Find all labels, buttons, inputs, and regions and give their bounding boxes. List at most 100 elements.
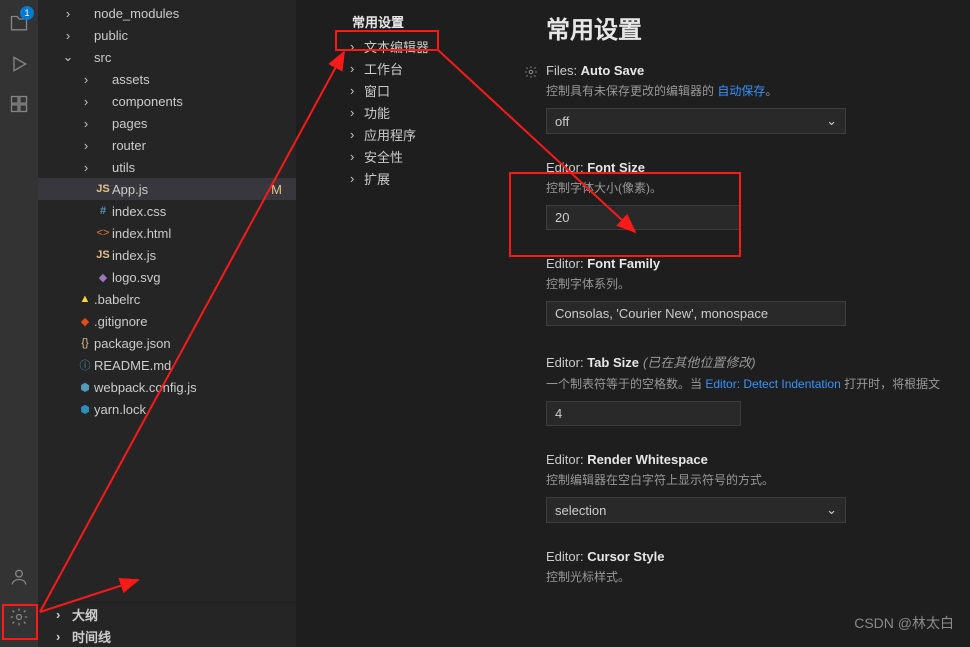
chevron-icon: ›	[78, 160, 94, 175]
folder-item[interactable]: ›public	[38, 24, 296, 46]
setting-desc: 一个制表符等于的空格数。当 Editor: Detect Indentation…	[546, 375, 950, 393]
chevron-icon: ›	[78, 94, 94, 109]
file-label: components	[112, 94, 296, 109]
file-item[interactable]: ◆logo.svg	[38, 266, 296, 288]
file-tree: › node_modules ›public ⌄ src ›assets › componen…	[38, 0, 296, 602]
timeline-label: 时间线	[72, 627, 111, 646]
file-label: utils	[112, 160, 296, 175]
folder-item[interactable]: ›assets	[38, 68, 296, 90]
chevron-right-icon: ›	[350, 127, 364, 142]
settings-nav-item[interactable]: ›扩展	[296, 167, 508, 189]
file-item[interactable]: JSApp.jsM	[38, 178, 296, 200]
file-item[interactable]: JSindex.js	[38, 244, 296, 266]
auto-save-select[interactable]: off ⌄	[546, 108, 846, 134]
js-icon: JS	[94, 183, 112, 195]
nav-item-label: 扩展	[364, 169, 390, 188]
git-icon: ◆	[76, 315, 94, 328]
settings-nav-item[interactable]: ›安全性	[296, 145, 508, 167]
font-family-input[interactable]	[546, 301, 846, 326]
extensions-icon[interactable]	[0, 84, 38, 124]
nav-item-label: 文本编辑器	[364, 37, 429, 56]
folder-item[interactable]: › utils	[38, 156, 296, 178]
settings-nav-item[interactable]: ›窗口	[296, 79, 508, 101]
yarn-icon: ⬢	[76, 403, 94, 416]
run-debug-icon[interactable]	[0, 44, 38, 84]
chevron-icon: ⌄	[60, 49, 76, 65]
nav-item-label: 安全性	[364, 147, 403, 166]
font-size-input[interactable]	[546, 205, 741, 230]
explorer-icon[interactable]: 1	[0, 4, 38, 44]
detect-indentation-link[interactable]: Editor: Detect Indentation	[705, 377, 840, 391]
setting-title: Editor: Render Whitespace	[546, 452, 950, 467]
setting-desc: 控制光标样式。	[546, 568, 950, 586]
folder-item[interactable]: › router	[38, 134, 296, 156]
svg-icon: ◆	[94, 271, 112, 284]
chevron-right-icon: ›	[350, 105, 364, 120]
folder-item[interactable]: ⌄ src	[38, 46, 296, 68]
file-item[interactable]: ◆.gitignore	[38, 310, 296, 332]
auto-save-link[interactable]: 自动保存	[717, 84, 765, 98]
setting-title: Editor: Font Family	[546, 256, 950, 271]
setting-desc: 控制具有未保存更改的编辑器的 自动保存。	[546, 82, 950, 100]
js-icon: JS	[94, 249, 112, 261]
file-item[interactable]: {}package.json	[38, 332, 296, 354]
outline-section[interactable]: › 大纲	[38, 603, 296, 625]
nav-item-label: 功能	[364, 103, 390, 122]
setting-desc: 控制字体系列。	[546, 275, 950, 293]
folder-item[interactable]: ›pages	[38, 112, 296, 134]
chevron-down-icon: ⌄	[826, 113, 837, 129]
folder-item[interactable]: › node_modules	[38, 2, 296, 24]
babel-icon: ▲	[76, 293, 94, 305]
file-label: .gitignore	[94, 314, 296, 329]
file-item[interactable]: ⬢yarn.lock	[38, 398, 296, 420]
settings-editor: 常用设置 Files: Auto Save 控制具有未保存更改的编辑器的 自动保…	[508, 0, 970, 647]
chevron-right-icon: ›	[350, 39, 364, 54]
folder-item[interactable]: › components	[38, 90, 296, 112]
modified-badge: M	[271, 182, 296, 197]
file-item[interactable]: ▲.babelrc	[38, 288, 296, 310]
render-whitespace-select[interactable]: selection ⌄	[546, 497, 846, 523]
settings-gear-icon[interactable]	[0, 597, 38, 637]
setting-tab-size: Editor: Tab Size(已在其他位置修改) 一个制表符等于的空格数。当…	[546, 352, 950, 426]
setting-cursor-style: Editor: Cursor Style 控制光标样式。	[546, 549, 950, 586]
timeline-section[interactable]: › 时间线	[38, 625, 296, 647]
file-label: router	[112, 138, 296, 153]
gear-icon[interactable]	[524, 65, 538, 82]
settings-heading: 常用设置	[546, 10, 950, 45]
chevron-down-icon: ⌄	[826, 502, 837, 518]
setting-title: Files: Auto Save	[546, 63, 950, 78]
chevron-icon: ›	[60, 28, 76, 43]
settings-nav-item[interactable]: ›工作台	[296, 57, 508, 79]
file-label: webpack.config.js	[94, 380, 296, 395]
chevron-icon: ›	[60, 6, 76, 21]
file-item[interactable]: #index.css	[38, 200, 296, 222]
file-item[interactable]: <>index.html	[38, 222, 296, 244]
settings-nav-item[interactable]: ›功能	[296, 101, 508, 123]
badge: 1	[20, 6, 34, 20]
setting-title: Editor: Font Size	[546, 160, 950, 175]
file-label: src	[94, 50, 296, 65]
file-label: App.js	[112, 182, 271, 197]
setting-desc: 控制编辑器在空白字符上显示符号的方式。	[546, 471, 950, 489]
file-label: logo.svg	[112, 270, 296, 285]
chevron-right-icon: ›	[350, 171, 364, 186]
tab-size-input[interactable]	[546, 401, 741, 426]
file-label: package.json	[94, 336, 296, 351]
file-item[interactable]: ⓘREADME.md	[38, 354, 296, 376]
settings-nav-item[interactable]: ›应用程序	[296, 123, 508, 145]
file-label: README.md	[94, 358, 296, 373]
account-icon[interactable]	[0, 557, 38, 597]
md-icon: ⓘ	[76, 357, 94, 373]
file-label: node_modules	[94, 6, 296, 21]
webpack-icon: ⬢	[76, 381, 94, 394]
chevron-icon: ›	[78, 138, 94, 153]
setting-auto-save: Files: Auto Save 控制具有未保存更改的编辑器的 自动保存。 of…	[546, 63, 950, 134]
file-label: index.html	[112, 226, 296, 241]
setting-font-size: Editor: Font Size 控制字体大小(像素)。	[546, 160, 950, 230]
file-label: index.css	[112, 204, 296, 219]
settings-nav-item[interactable]: ›文本编辑器	[296, 35, 508, 57]
file-label: pages	[112, 116, 296, 131]
css-icon: #	[94, 205, 112, 217]
setting-render-whitespace: Editor: Render Whitespace 控制编辑器在空白字符上显示符…	[546, 452, 950, 523]
file-item[interactable]: ⬢webpack.config.js	[38, 376, 296, 398]
